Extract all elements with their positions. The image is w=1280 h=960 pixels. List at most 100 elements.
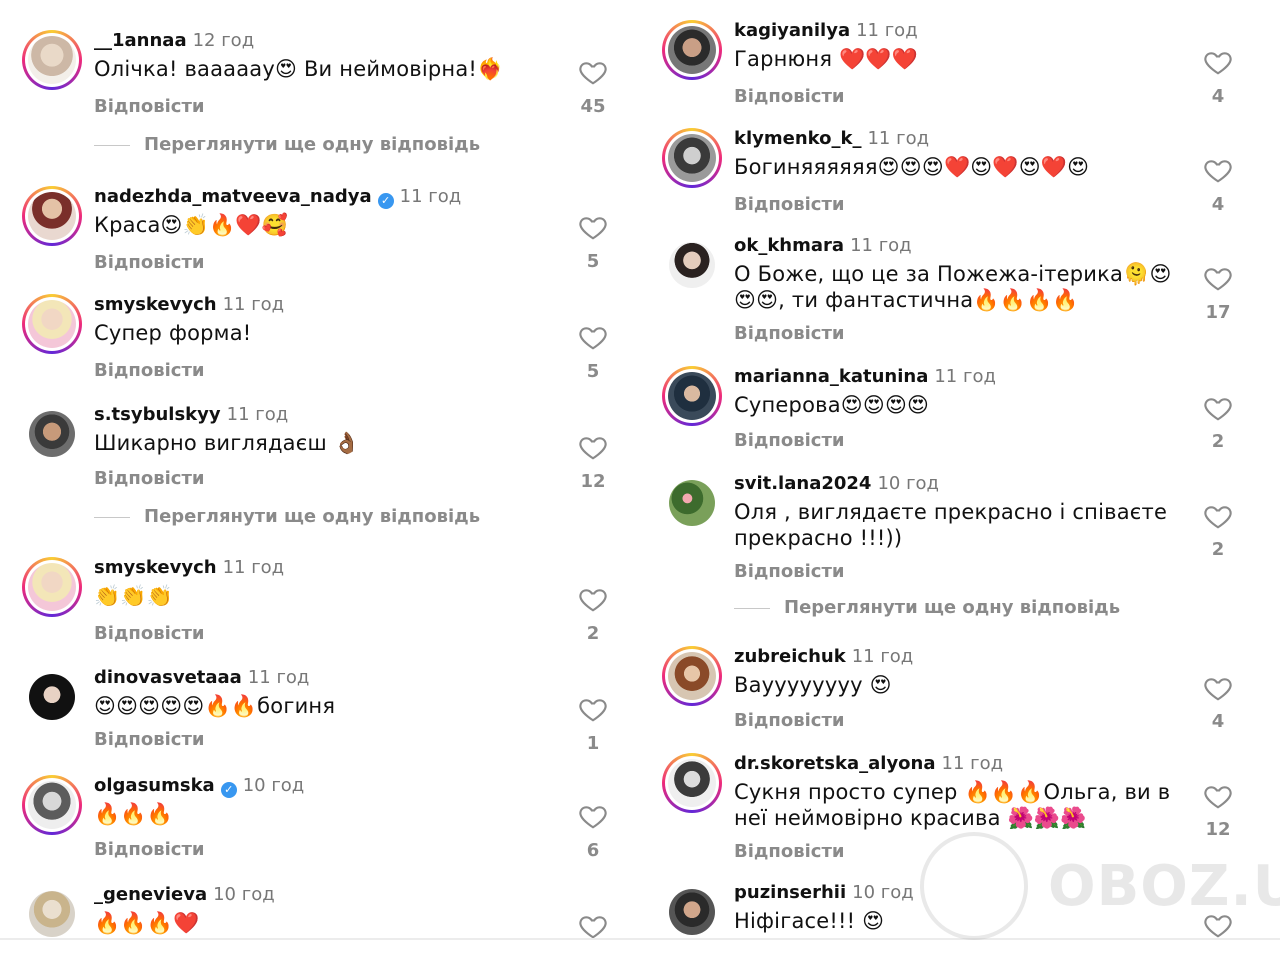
reply-button[interactable]: Відповісти — [734, 841, 845, 862]
heart-icon[interactable] — [578, 212, 608, 242]
avatar[interactable] — [662, 646, 722, 706]
avatar[interactable] — [22, 404, 82, 464]
comment-text: Супер форма! — [94, 321, 252, 345]
comment-text: 🔥🔥🔥 — [94, 802, 174, 826]
reply-button[interactable]: Відповісти — [94, 252, 205, 273]
reply-button[interactable]: Відповісти — [734, 323, 845, 344]
comment-text: Краса😍👏🔥❤️🥰 — [94, 213, 289, 237]
reply-button[interactable]: Відповісти — [734, 86, 845, 107]
like-count: 6 — [586, 840, 600, 861]
heart-icon[interactable] — [1203, 155, 1233, 185]
username[interactable]: smyskevych — [94, 294, 217, 315]
like-count: 2 — [586, 623, 600, 644]
username[interactable]: zubreichuk — [734, 646, 846, 667]
username[interactable]: puzinserhii — [734, 882, 846, 903]
reply-button[interactable]: Відповісти — [734, 561, 845, 582]
reply-button[interactable]: Відповісти — [94, 623, 205, 644]
comment-text: Гарнюня ❤️❤️❤️ — [734, 47, 919, 71]
reply-button[interactable]: Відповісти — [94, 468, 205, 489]
heart-icon[interactable] — [578, 911, 608, 941]
avatar[interactable] — [662, 366, 722, 426]
like-count: 17 — [1205, 302, 1231, 323]
username[interactable]: olgasumska — [94, 775, 215, 796]
username[interactable]: svit.lana2024 — [734, 473, 871, 494]
timestamp: 10 год — [242, 775, 305, 796]
comment-text: Олічка! вааааау😍 Ви неймовірна!❤️‍🔥 — [94, 57, 504, 81]
heart-icon[interactable] — [578, 584, 608, 614]
view-more-replies[interactable]: Переглянути ще одну відповідь — [734, 597, 1120, 618]
like-count: 12 — [580, 471, 606, 492]
username[interactable]: _genevieva — [94, 884, 207, 905]
comment-text: 👏👏👏 — [94, 584, 174, 608]
heart-icon[interactable] — [578, 432, 608, 462]
username[interactable]: __1annaa — [94, 30, 187, 51]
timestamp: 10 год — [852, 882, 914, 903]
timestamp: 11 год — [934, 366, 996, 387]
reply-button[interactable]: Відповісти — [94, 839, 205, 860]
heart-icon[interactable] — [1203, 393, 1233, 423]
avatar[interactable] — [22, 884, 82, 944]
comment-text: Богиняяяяяя😍😍😍❤️😍❤️😍❤️😍 — [734, 155, 1090, 179]
username[interactable]: marianna_katunina — [734, 366, 928, 387]
heart-icon[interactable] — [1203, 673, 1233, 703]
timestamp: 11 год — [226, 404, 289, 425]
reply-button[interactable]: Відповісти — [94, 96, 205, 117]
like-count: 5 — [586, 251, 600, 272]
username[interactable]: nadezhda_matveeva_nadya — [94, 186, 372, 207]
username[interactable]: s.tsybulskyy — [94, 404, 221, 425]
username[interactable]: dr.skoretska_alyona — [734, 753, 936, 774]
avatar[interactable] — [22, 186, 82, 246]
like-count: 1 — [586, 733, 600, 754]
avatar[interactable] — [22, 30, 82, 90]
comment-text: 🔥🔥🔥❤️ — [94, 911, 200, 935]
watermark-text: OBOZ.UA — [1048, 854, 1280, 919]
avatar[interactable] — [22, 667, 82, 727]
like-count: 5 — [586, 361, 600, 382]
comment-text: О Боже, що це за Пожежа-ітерика🫠😍😍😍, ти … — [734, 262, 1172, 312]
heart-icon[interactable] — [1203, 501, 1233, 531]
heart-icon[interactable] — [578, 801, 608, 831]
avatar[interactable] — [662, 235, 722, 295]
avatar[interactable] — [22, 294, 82, 354]
left-comments-column: __1annaa 12 год Олічка! вааааау😍 Ви неймо… — [0, 0, 640, 960]
view-more-replies[interactable]: Переглянути ще одну відповідь — [94, 134, 480, 155]
comment-text: Вауууууууу 😍 — [734, 673, 892, 697]
avatar[interactable] — [662, 473, 722, 533]
timestamp: 10 год — [877, 473, 939, 494]
reply-button[interactable]: Відповісти — [734, 194, 845, 215]
heart-icon[interactable] — [1203, 263, 1233, 293]
like-count: 45 — [580, 96, 606, 117]
avatar[interactable] — [662, 20, 722, 80]
reply-button[interactable]: Відповісти — [94, 360, 205, 381]
avatar[interactable] — [22, 775, 82, 835]
reply-button[interactable]: Відповісти — [734, 710, 845, 731]
username[interactable]: dinovasvetaaa — [94, 667, 242, 688]
comment-text: 😍😍😍😍😍🔥🔥богиня — [94, 694, 336, 718]
username[interactable]: ok_khmara — [734, 235, 844, 256]
heart-icon[interactable] — [1203, 781, 1233, 811]
timestamp: 10 год — [213, 884, 275, 905]
heart-icon[interactable] — [578, 322, 608, 352]
username[interactable]: klymenko_k_ — [734, 128, 861, 149]
column-divider — [640, 0, 648, 960]
view-more-replies[interactable]: Переглянути ще одну відповідь — [94, 506, 480, 527]
avatar[interactable] — [662, 882, 722, 942]
like-count: 4 — [1211, 194, 1225, 215]
reply-button[interactable]: Відповісти — [734, 430, 845, 451]
timestamp: 11 год — [247, 667, 310, 688]
timestamp: 11 год — [399, 186, 462, 207]
verified-badge-icon: ✓ — [377, 193, 394, 209]
reply-button[interactable]: Відповісти — [94, 729, 205, 750]
like-count: 4 — [1211, 86, 1225, 107]
comment-text: Оля , виглядаєте прекрасно і співаєте пр… — [734, 500, 1168, 550]
avatar[interactable] — [22, 557, 82, 617]
heart-icon[interactable] — [1203, 47, 1233, 77]
username[interactable]: kagiyanilya — [734, 20, 850, 41]
heart-icon[interactable] — [578, 694, 608, 724]
timestamp: 11 год — [850, 235, 912, 256]
username[interactable]: smyskevych — [94, 557, 217, 578]
avatar[interactable] — [662, 753, 722, 813]
avatar[interactable] — [662, 128, 722, 188]
timestamp: 11 год — [222, 557, 285, 578]
heart-icon[interactable] — [578, 57, 608, 87]
